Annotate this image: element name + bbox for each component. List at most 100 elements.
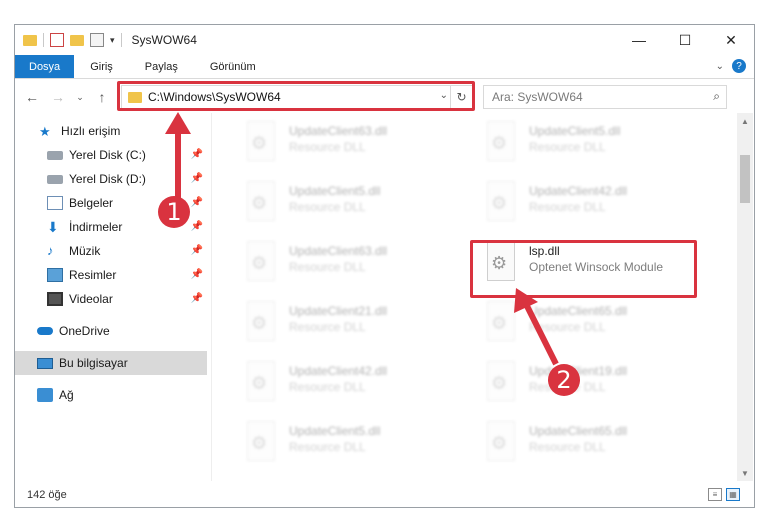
file-name: UpdateClient63.dll <box>289 244 388 258</box>
tab-share[interactable]: Paylaş <box>129 55 194 78</box>
sidebar-item-label: Müzik <box>69 244 101 258</box>
tab-file[interactable]: Dosya <box>15 55 75 78</box>
status-bar: 142 öğe ≡ ▦ <box>15 483 754 507</box>
pin-icon[interactable]: 📌 <box>191 293 203 304</box>
separator <box>43 33 44 47</box>
recent-locations-button[interactable]: ⌄ <box>69 86 91 108</box>
chevron-down-icon[interactable]: ▾ <box>110 35 115 46</box>
item-count: 142 öğe <box>27 489 67 501</box>
navigation-pane: ★ Hızlı erişim Yerel Disk (C:) 📌 Yerel D… <box>15 119 207 479</box>
file-item[interactable]: ⚙ UpdateClient5.dll Resource DLL <box>241 179 473 231</box>
file-texts: UpdateClient65.dll Resource DLL <box>529 299 627 335</box>
window-controls: — ☐ ✕ <box>616 25 754 55</box>
file-item[interactable]: ⚙ UpdateClient65.dll Resource DLL <box>481 419 713 471</box>
file-type: Resource DLL <box>529 140 606 154</box>
help-button[interactable]: ? <box>732 59 746 73</box>
dll-file-icon: ⚙ <box>241 299 281 347</box>
ribbon-tabs: Dosya Giriş Paylaş Görünüm ⌄ ? <box>15 55 754 79</box>
file-texts: UpdateClient65.dll Resource DLL <box>529 419 627 455</box>
pin-icon[interactable]: 📌 <box>191 245 203 256</box>
details-view-icon[interactable]: ≡ <box>708 488 722 501</box>
dll-file-icon: ⚙ <box>481 119 521 167</box>
file-type: Resource DLL <box>529 320 606 334</box>
file-type: Resource DLL <box>289 320 366 334</box>
vertical-scrollbar[interactable]: ▲ ▼ <box>737 113 753 481</box>
file-texts: UpdateClient5.dll Resource DLL <box>529 119 620 155</box>
back-button[interactable]: ← <box>21 86 43 108</box>
pin-icon[interactable]: 📌 <box>191 197 203 208</box>
computer-icon <box>37 357 53 369</box>
folder-icon <box>23 34 37 46</box>
file-name: UpdateClient5.dll <box>289 184 381 198</box>
scroll-up-icon[interactable]: ▲ <box>737 113 753 129</box>
scroll-down-icon[interactable]: ▼ <box>737 465 753 481</box>
dll-file-icon: ⚙ <box>241 359 281 407</box>
sidebar-item-onedrive[interactable]: OneDrive <box>15 319 207 343</box>
file-name: UpdateClient21.dll <box>289 304 388 318</box>
gear-icon: ⚙ <box>251 373 268 393</box>
navigation-bar: ← → ⌄ ↑ C:\Windows\SysWOW64 ⌄ ↻ Ara: Sys… <box>15 81 754 113</box>
gear-icon: ⚙ <box>251 253 268 273</box>
file-item[interactable]: ⚙UpdateClient19.dllResource DLL <box>481 359 713 411</box>
sidebar-item-label: Ağ <box>59 388 74 402</box>
ribbon-right: ⌄ ? <box>716 59 746 73</box>
search-input[interactable]: Ara: SysWOW64 ⌕ <box>483 85 727 109</box>
file-texts: UpdateClient5.dll Resource DLL <box>289 179 380 215</box>
forward-button[interactable]: → <box>47 86 69 108</box>
pin-icon[interactable]: 📌 <box>191 149 203 160</box>
tab-view[interactable]: Görünüm <box>194 55 272 78</box>
sidebar-item-music[interactable]: ♪ Müzik 📌 <box>15 239 207 263</box>
sidebar-item-quick-access[interactable]: ★ Hızlı erişim <box>15 119 207 143</box>
dll-file-icon: ⚙ <box>241 419 281 467</box>
file-item[interactable]: ⚙ UpdateClient5.dll Resource DLL <box>481 119 713 171</box>
dll-file-icon: ⚙ <box>481 359 521 407</box>
dll-file-icon: ⚙ <box>241 119 281 167</box>
gear-icon: ⚙ <box>491 373 508 393</box>
file-item[interactable]: ⚙ UpdateClient42.dll Resource DLL <box>481 179 713 231</box>
sidebar-item-label: Hızlı erişim <box>61 124 121 138</box>
up-button[interactable]: ↑ <box>91 86 113 108</box>
sidebar-item-disk-c[interactable]: Yerel Disk (C:) 📌 <box>15 143 207 167</box>
file-item[interactable]: ⚙ UpdateClient65.dll Resource DLL <box>481 299 713 351</box>
pane-divider[interactable] <box>211 113 212 481</box>
file-item[interactable]: ⚙ UpdateClient63.dll Resource DLL <box>241 119 473 171</box>
chevron-down-icon[interactable]: ⌄ <box>716 61 724 72</box>
sidebar-item-label: Yerel Disk (D:) <box>69 172 146 186</box>
minimize-button[interactable]: — <box>616 25 662 55</box>
gear-icon: ⚙ <box>251 133 268 153</box>
dll-file-icon: ⚙ <box>241 179 281 227</box>
sidebar-item-label: Yerel Disk (C:) <box>69 148 146 162</box>
file-name: UpdateClient42.dll <box>529 184 628 198</box>
file-name: UpdateClient5.dll <box>529 124 621 138</box>
file-item[interactable]: ⚙ UpdateClient42.dll Resource DLL <box>241 359 473 411</box>
sidebar-item-label: Belgeler <box>69 196 114 210</box>
sidebar-item-disk-d[interactable]: Yerel Disk (D:) 📌 <box>15 167 207 191</box>
file-type: Resource DLL <box>289 140 366 154</box>
properties-icon[interactable] <box>50 33 64 47</box>
dll-file-icon: ⚙ <box>481 179 521 227</box>
pin-icon[interactable]: 📌 <box>191 173 203 184</box>
sidebar-item-label: OneDrive <box>59 324 110 338</box>
maximize-button[interactable]: ☐ <box>662 25 708 55</box>
sidebar-item-pictures[interactable]: Resimler 📌 <box>15 263 207 287</box>
new-folder-icon[interactable] <box>70 34 84 46</box>
file-item[interactable]: ⚙ UpdateClient21.dll Resource DLL <box>241 299 473 351</box>
star-icon: ★ <box>39 124 51 139</box>
large-icons-view-icon[interactable]: ▦ <box>726 488 740 501</box>
file-texts: UpdateClient42.dll Resource DLL <box>529 179 627 215</box>
sidebar-item-videos[interactable]: Videolar 📌 <box>15 287 207 311</box>
pin-icon[interactable]: 📌 <box>191 269 203 280</box>
file-item[interactable]: ⚙ UpdateClient5.dll Resource DLL <box>241 419 473 471</box>
dll-file-icon: ⚙ <box>241 239 281 287</box>
file-item[interactable]: ⚙ UpdateClient63.dll Resource DLL <box>241 239 473 291</box>
sidebar-item-network[interactable]: Ağ <box>15 383 207 407</box>
pin-icon[interactable]: 📌 <box>191 221 203 232</box>
close-button[interactable]: ✕ <box>708 25 754 55</box>
sidebar-item-this-pc[interactable]: Bu bilgisayar <box>15 351 207 375</box>
file-texts: UpdateClient42.dll Resource DLL <box>289 359 387 395</box>
scroll-thumb[interactable] <box>740 155 750 203</box>
dll-file-icon: ⚙ <box>481 419 521 467</box>
search-icon[interactable]: ⌕ <box>713 89 720 104</box>
tab-home[interactable]: Giriş <box>74 55 129 78</box>
customize-icon[interactable] <box>90 33 104 47</box>
